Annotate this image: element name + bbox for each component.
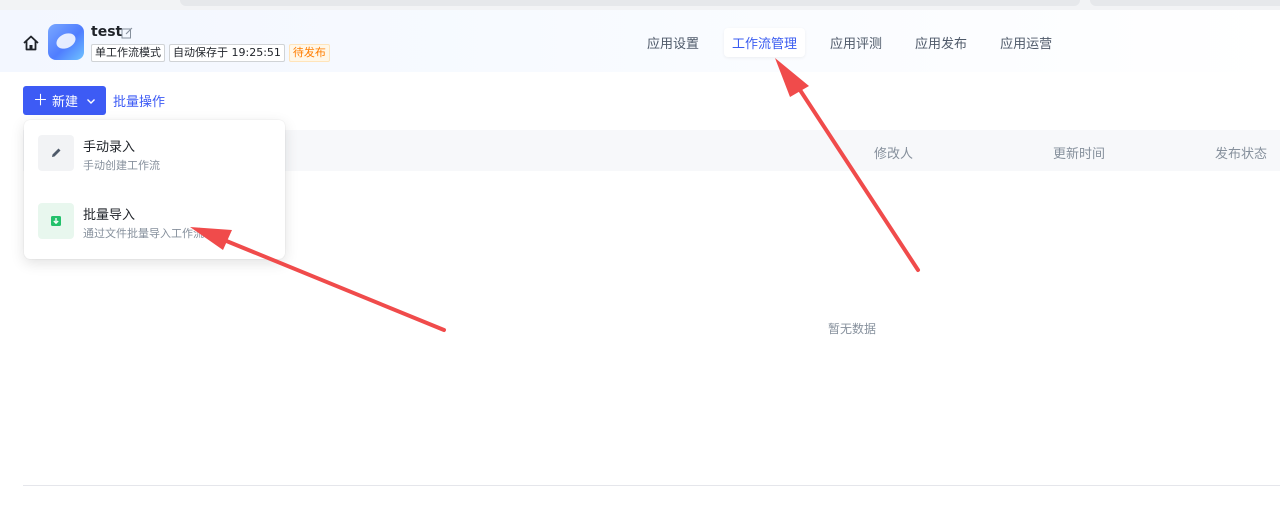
column-header-updated-time[interactable]: 更新时间 [1053,143,1105,162]
menu-item-batch-import[interactable]: 批量导入 通过文件批量导入工作流 [38,202,274,242]
top-nav-tabs: 应用设置 工作流管理 应用评测 应用发布 应用运营 [639,28,1077,57]
new-dropdown-menu: 手动录入 手动创建工作流 批量导入 通过文件批量导入工作流 [24,120,285,259]
browser-top-strip [0,0,1280,10]
chevron-down-icon [87,98,96,104]
app-tags: 单工作流模式 自动保存于 19:25:51 待发布 [91,44,330,62]
status-badge: 待发布 [288,44,330,62]
tab-app-settings[interactable]: 应用设置 [639,28,707,57]
column-header-modifier[interactable]: 修改人 [874,143,913,162]
empty-state-text: 暂无数据 [828,322,877,336]
autosave-tag: 自动保存于 19:25:51 [169,44,285,62]
menu-item-title: 手动录入 [83,140,136,155]
new-button-label: 新建 [52,95,79,110]
home-icon[interactable] [22,34,40,52]
app-name: test [91,24,123,40]
menu-item-subtitle: 手动创建工作流 [83,159,160,172]
tab-app-operations[interactable]: 应用运营 [992,28,1060,57]
toolbar: ＋ 新建 批量操作 [23,86,165,115]
edit-icon[interactable] [121,27,133,39]
new-button[interactable]: ＋ 新建 [23,86,107,115]
import-icon [38,203,74,239]
batch-operation-link[interactable]: 批量操作 [113,91,165,110]
tab-app-publish[interactable]: 应用发布 [907,28,975,57]
app-header: test 单工作流模式 自动保存于 19:25:51 待发布 应用设置 工作流管… [0,10,1280,72]
tab-workflow-management[interactable]: 工作流管理 [724,28,806,57]
column-header-publish-status[interactable]: 发布状态 [1215,143,1267,162]
browser-address-bar[interactable] [180,0,1080,6]
annotation-arrows [190,58,920,332]
menu-item-subtitle: 通过文件批量导入工作流 [83,227,204,240]
table-bottom-divider [23,485,1280,486]
plus-icon: ＋ [33,91,49,109]
pencil-icon [38,135,74,171]
menu-item-title: 批量导入 [83,208,136,223]
tab-app-evaluation[interactable]: 应用评测 [822,28,890,57]
browser-side-bar [1090,0,1280,6]
mode-tag: 单工作流模式 [91,44,165,62]
menu-item-manual-entry[interactable]: 手动录入 手动创建工作流 [38,134,274,174]
app-logo [48,24,84,60]
